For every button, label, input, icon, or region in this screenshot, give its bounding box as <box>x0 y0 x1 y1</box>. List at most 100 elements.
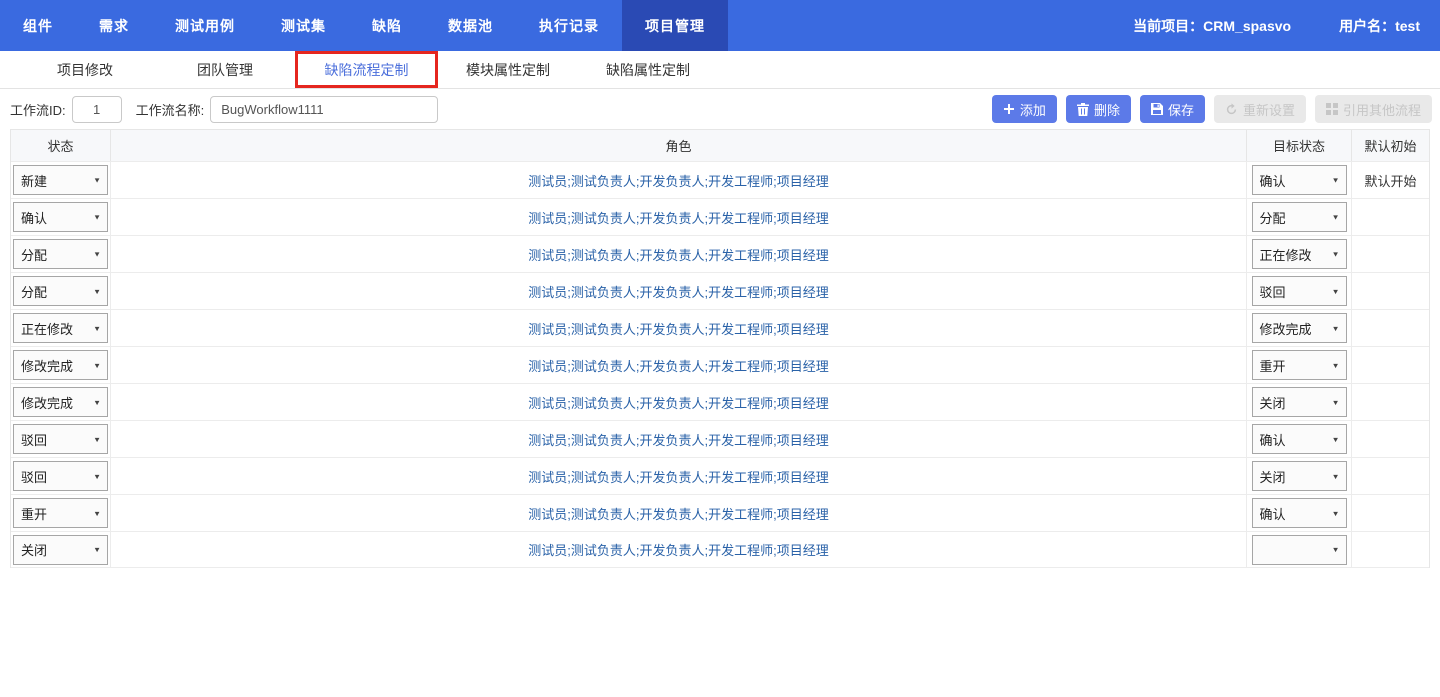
toolbar-buttons: 添加 删除 保存 重新设置 引用其他流程 <box>992 95 1432 123</box>
status-select[interactable]: 正在修改▼ <box>13 313 108 343</box>
workflow-name-label: 工作流名称: <box>136 100 205 119</box>
status-select[interactable]: 修改完成▼ <box>13 350 108 380</box>
table-row: 重开▼ 测试员;测试负责人;开发负责人;开发工程师;项目经理 确认▼ <box>11 494 1429 531</box>
tab-project-edit[interactable]: 项目修改 <box>15 51 155 88</box>
tab-team-mgmt[interactable]: 团队管理 <box>155 51 295 88</box>
plus-icon <box>1003 103 1015 115</box>
save-icon <box>1151 103 1163 115</box>
table-row: 修改完成▼ 测试员;测试负责人;开发负责人;开发工程师;项目经理 重开▼ <box>11 346 1429 383</box>
header-status: 状态 <box>11 130 111 161</box>
table-row: 分配▼ 测试员;测试负责人;开发负责人;开发工程师;项目经理 正在修改▼ <box>11 235 1429 272</box>
chevron-down-icon: ▼ <box>1332 435 1340 443</box>
chevron-down-icon: ▼ <box>1332 361 1340 369</box>
chevron-down-icon: ▼ <box>1332 472 1340 480</box>
table-row: 确认▼ 测试员;测试负责人;开发负责人;开发工程师;项目经理 分配▼ <box>11 198 1429 235</box>
role-link[interactable]: 测试员;测试负责人;开发负责人;开发工程师;项目经理 <box>528 393 828 412</box>
chevron-down-icon: ▼ <box>1332 398 1340 406</box>
nav-item-exec-records[interactable]: 执行记录 <box>516 0 622 51</box>
target-status-select[interactable]: 关闭▼ <box>1252 387 1347 417</box>
target-status-select[interactable]: 确认▼ <box>1252 498 1347 528</box>
nav-item-defects[interactable]: 缺陷 <box>349 0 425 51</box>
chevron-down-icon: ▼ <box>1332 250 1340 258</box>
workflow-toolbar: 工作流ID: 工作流名称: 添加 删除 保存 重新设置 <box>0 89 1440 129</box>
header-target-status: 目标状态 <box>1247 130 1352 161</box>
chevron-down-icon: ▼ <box>1332 509 1340 517</box>
status-select[interactable]: 驳回▼ <box>13 461 108 491</box>
save-button[interactable]: 保存 <box>1140 95 1205 123</box>
nav-item-components[interactable]: 组件 <box>0 0 76 51</box>
nav-item-testsets[interactable]: 测试集 <box>258 0 349 51</box>
workflow-name-input[interactable] <box>210 96 438 123</box>
role-link[interactable]: 测试员;测试负责人;开发负责人;开发工程师;项目经理 <box>528 319 828 338</box>
table-row: 正在修改▼ 测试员;测试负责人;开发负责人;开发工程师;项目经理 修改完成▼ <box>11 309 1429 346</box>
import-workflow-button[interactable]: 引用其他流程 <box>1315 95 1432 123</box>
chevron-down-icon: ▼ <box>93 435 101 443</box>
nav-item-datapool[interactable]: 数据池 <box>425 0 516 51</box>
chevron-down-icon: ▼ <box>93 324 101 332</box>
status-select[interactable]: 分配▼ <box>13 276 108 306</box>
add-button[interactable]: 添加 <box>992 95 1057 123</box>
grid-icon <box>1326 103 1338 115</box>
top-nav: 组件 需求 测试用例 测试集 缺陷 数据池 执行记录 项目管理 当前项目：CRM… <box>0 0 1440 51</box>
target-status-select[interactable]: 修改完成▼ <box>1252 313 1347 343</box>
target-status-select[interactable]: 重开▼ <box>1252 350 1347 380</box>
status-select[interactable]: 确认▼ <box>13 202 108 232</box>
role-link[interactable]: 测试员;测试负责人;开发负责人;开发工程师;项目经理 <box>528 171 828 190</box>
table-row: 关闭▼ 测试员;测试负责人;开发负责人;开发工程师;项目经理 ▼ <box>11 531 1429 568</box>
role-link[interactable]: 测试员;测试负责人;开发负责人;开发工程师;项目经理 <box>528 467 828 486</box>
reset-button[interactable]: 重新设置 <box>1214 95 1306 123</box>
role-link[interactable]: 测试员;测试负责人;开发负责人;开发工程师;项目经理 <box>528 540 828 559</box>
target-status-select[interactable]: 正在修改▼ <box>1252 239 1347 269</box>
status-select[interactable]: 关闭▼ <box>13 535 108 565</box>
target-status-select[interactable]: 关闭▼ <box>1252 461 1347 491</box>
workflow-table: 状态 角色 目标状态 默认初始 新建▼ 测试员;测试负责人;开发负责人;开发工程… <box>10 129 1430 568</box>
workflow-id-label: 工作流ID: <box>10 100 66 119</box>
refresh-icon <box>1225 103 1238 116</box>
target-status-select[interactable]: 确认▼ <box>1252 424 1347 454</box>
delete-button[interactable]: 删除 <box>1066 95 1131 123</box>
chevron-down-icon: ▼ <box>1332 324 1340 332</box>
tab-defect-workflow[interactable]: 缺陷流程定制 <box>295 51 438 88</box>
role-link[interactable]: 测试员;测试负责人;开发负责人;开发工程师;项目经理 <box>528 504 828 523</box>
chevron-down-icon: ▼ <box>93 472 101 480</box>
role-link[interactable]: 测试员;测试负责人;开发负责人;开发工程师;项目经理 <box>528 282 828 301</box>
table-row: 分配▼ 测试员;测试负责人;开发负责人;开发工程师;项目经理 驳回▼ <box>11 272 1429 309</box>
username-label: 用户名：test <box>1339 16 1420 36</box>
current-project-label: 当前项目：CRM_spasvo <box>1133 16 1291 36</box>
tab-module-attrs[interactable]: 模块属性定制 <box>438 51 578 88</box>
table-row: 驳回▼ 测试员;测试负责人;开发负责人;开发工程师;项目经理 确认▼ <box>11 420 1429 457</box>
chevron-down-icon: ▼ <box>1332 545 1340 553</box>
header-default-initial: 默认初始 <box>1352 130 1429 161</box>
target-status-select[interactable]: ▼ <box>1252 535 1347 565</box>
chevron-down-icon: ▼ <box>93 213 101 221</box>
chevron-down-icon: ▼ <box>93 250 101 258</box>
table-row: 新建▼ 测试员;测试负责人;开发负责人;开发工程师;项目经理 确认▼ 默认开始 <box>11 161 1429 198</box>
status-select[interactable]: 驳回▼ <box>13 424 108 454</box>
chevron-down-icon: ▼ <box>93 361 101 369</box>
nav-item-requirements[interactable]: 需求 <box>76 0 152 51</box>
default-initial-value: 默认开始 <box>1364 171 1416 190</box>
sub-tabs: 项目修改 团队管理 缺陷流程定制 模块属性定制 缺陷属性定制 <box>0 51 1440 89</box>
chevron-down-icon: ▼ <box>93 545 101 553</box>
tab-defect-attrs[interactable]: 缺陷属性定制 <box>578 51 718 88</box>
trash-icon <box>1077 103 1089 116</box>
chevron-down-icon: ▼ <box>1332 213 1340 221</box>
status-select[interactable]: 新建▼ <box>13 165 108 195</box>
status-select[interactable]: 重开▼ <box>13 498 108 528</box>
role-link[interactable]: 测试员;测试负责人;开发负责人;开发工程师;项目经理 <box>528 245 828 264</box>
nav-item-project-mgmt[interactable]: 项目管理 <box>622 0 728 51</box>
nav-item-testcases[interactable]: 测试用例 <box>152 0 258 51</box>
role-link[interactable]: 测试员;测试负责人;开发负责人;开发工程师;项目经理 <box>528 208 828 227</box>
target-status-select[interactable]: 确认▼ <box>1252 165 1347 195</box>
target-status-select[interactable]: 驳回▼ <box>1252 276 1347 306</box>
table-row: 驳回▼ 测试员;测试负责人;开发负责人;开发工程师;项目经理 关闭▼ <box>11 457 1429 494</box>
target-status-select[interactable]: 分配▼ <box>1252 202 1347 232</box>
role-link[interactable]: 测试员;测试负责人;开发负责人;开发工程师;项目经理 <box>528 430 828 449</box>
workflow-id-input[interactable] <box>72 96 122 123</box>
chevron-down-icon: ▼ <box>1332 287 1340 295</box>
status-select[interactable]: 分配▼ <box>13 239 108 269</box>
chevron-down-icon: ▼ <box>1332 176 1340 184</box>
table-row: 修改完成▼ 测试员;测试负责人;开发负责人;开发工程师;项目经理 关闭▼ <box>11 383 1429 420</box>
role-link[interactable]: 测试员;测试负责人;开发负责人;开发工程师;项目经理 <box>528 356 828 375</box>
status-select[interactable]: 修改完成▼ <box>13 387 108 417</box>
